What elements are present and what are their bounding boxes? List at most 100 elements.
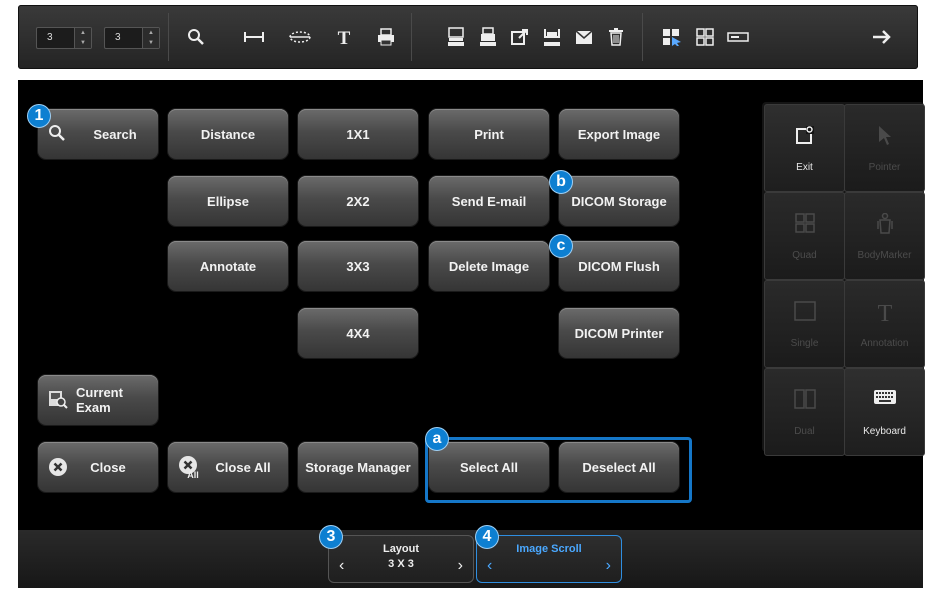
select-icon[interactable]: [658, 23, 686, 51]
cols-stepper-arrows[interactable]: ▲ ▼: [142, 28, 159, 48]
storage-icon[interactable]: [724, 23, 752, 51]
deselect-all-button[interactable]: Deselect All: [559, 442, 679, 492]
dicom-storage-button[interactable]: DICOM Storage: [559, 176, 679, 226]
keyboard-tile[interactable]: Keyboard: [844, 368, 925, 456]
layout-3x3-label: 3X3: [346, 258, 370, 274]
scroll-prev-chevron-icon[interactable]: ‹: [487, 558, 492, 574]
print-icon[interactable]: [372, 23, 400, 51]
cols-value: 3: [115, 32, 121, 43]
distance-button[interactable]: Distance: [168, 109, 288, 159]
dicom-printer-icon[interactable]: [474, 23, 502, 51]
layout-icon[interactable]: [691, 23, 719, 51]
dicom-flush-icon[interactable]: [538, 23, 566, 51]
distance-icon[interactable]: [240, 23, 268, 51]
send-email-button[interactable]: Send E-mail: [429, 176, 549, 226]
main-panel: Search Distance Ellipse Annotate 1X1 2X2…: [18, 80, 925, 530]
annotation-label: Annotation: [860, 338, 909, 349]
quad-tile: Quad: [764, 192, 845, 280]
layout-pager-title: Layout: [382, 543, 420, 555]
storage-manager-button[interactable]: Storage Manager: [298, 442, 418, 492]
close-all-button[interactable]: All Close All: [168, 442, 288, 492]
single-label: Single: [790, 338, 819, 349]
callout-4: 4: [476, 526, 498, 548]
svg-text:T: T: [338, 28, 351, 46]
cols-stepper[interactable]: 3 ▲ ▼: [104, 27, 160, 49]
exit-tile[interactable]: Exit: [764, 104, 845, 192]
ellipse-label: Ellipse: [207, 193, 249, 209]
export-icon[interactable]: [506, 23, 534, 51]
annotate-label: Annotate: [199, 258, 257, 274]
current-exam-button[interactable]: Current Exam: [38, 375, 158, 425]
layout-next-chevron-icon[interactable]: ›: [458, 558, 463, 574]
keyboard-icon: [845, 389, 924, 405]
scroll-next-chevron-icon[interactable]: ›: [606, 558, 611, 574]
callout-1: 1: [28, 105, 50, 127]
layout-1x1-button[interactable]: 1X1: [298, 109, 418, 159]
ellipse-button[interactable]: Ellipse: [168, 176, 288, 226]
top-toolbar: 3 ▲ ▼ 3 ▲ ▼ T: [18, 5, 918, 69]
ellipse-icon[interactable]: [286, 23, 314, 51]
delete-icon[interactable]: [602, 23, 630, 51]
search-icon: [48, 124, 66, 145]
rows-value: 3: [47, 32, 53, 43]
callout-b: b: [550, 171, 572, 193]
single-tile: Single: [764, 280, 845, 368]
layout-4x4-label: 4X4: [346, 325, 370, 341]
forward-arrow-icon[interactable]: [868, 23, 896, 51]
dual-label: Dual: [794, 426, 815, 437]
svg-text:T: T: [877, 301, 892, 323]
send-email-label: Send E-mail: [451, 193, 527, 209]
svg-text:All: All: [187, 470, 199, 479]
email-icon[interactable]: [570, 23, 598, 51]
search-button[interactable]: Search: [38, 109, 158, 159]
select-all-label: Select All: [459, 459, 519, 475]
keyboard-label: Keyboard: [863, 426, 906, 437]
layout-pager-value: 3 X 3: [388, 558, 414, 570]
current-exam-label: Current Exam: [76, 385, 123, 415]
close-button[interactable]: Close: [38, 442, 158, 492]
layout-pager[interactable]: Layout 3 X 3 ‹ ›: [328, 535, 474, 583]
print-label: Print: [474, 126, 504, 142]
current-exam-icon: [48, 389, 68, 412]
annotation-icon: T: [845, 301, 924, 323]
side-panel: Exit Pointer Quad BodyMarker Single T An…: [762, 102, 925, 456]
layout-3x3-button[interactable]: 3X3: [298, 241, 418, 291]
annotation-tile: T Annotation: [844, 280, 925, 368]
dicom-storage-icon[interactable]: [442, 23, 470, 51]
layout-2x2-button[interactable]: 2X2: [298, 176, 418, 226]
dicom-printer-label: DICOM Printer: [574, 325, 664, 341]
pointer-icon: [845, 125, 924, 145]
bodymarker-icon: [845, 213, 924, 235]
close-all-label: Close All: [215, 459, 271, 475]
exit-label: Exit: [796, 162, 813, 173]
search-icon[interactable]: [182, 23, 210, 51]
delete-image-button[interactable]: Delete Image: [429, 241, 549, 291]
layout-4x4-button[interactable]: 4X4: [298, 308, 418, 358]
annotate-icon[interactable]: T: [330, 23, 358, 51]
bodymarker-tile: BodyMarker: [844, 192, 925, 280]
single-icon: [765, 301, 844, 321]
exit-icon: [765, 125, 844, 145]
image-scroll-pager[interactable]: Image Scroll ‹ ›: [476, 535, 622, 583]
bodymarker-label: BodyMarker: [857, 250, 912, 261]
close-icon: [48, 457, 68, 480]
quad-label: Quad: [792, 250, 817, 261]
image-scroll-title: Image Scroll: [516, 543, 582, 555]
layout-prev-chevron-icon[interactable]: ‹: [339, 558, 344, 574]
rows-stepper-arrows[interactable]: ▲ ▼: [74, 28, 91, 48]
dicom-storage-label: DICOM Storage: [571, 193, 667, 209]
rows-stepper[interactable]: 3 ▲ ▼: [36, 27, 92, 49]
callout-3: 3: [320, 526, 342, 548]
annotate-button[interactable]: Annotate: [168, 241, 288, 291]
dicom-flush-label: DICOM Flush: [578, 258, 660, 274]
select-all-button[interactable]: Select All: [429, 442, 549, 492]
dicom-flush-button[interactable]: DICOM Flush: [559, 241, 679, 291]
close-label: Close: [90, 459, 126, 475]
close-all-icon: All: [178, 455, 200, 482]
dicom-printer-button[interactable]: DICOM Printer: [559, 308, 679, 358]
callout-c: c: [550, 235, 572, 257]
print-button[interactable]: Print: [429, 109, 549, 159]
layout-2x2-label: 2X2: [346, 193, 370, 209]
search-label: Search: [93, 126, 137, 142]
export-image-button[interactable]: Export Image: [559, 109, 679, 159]
